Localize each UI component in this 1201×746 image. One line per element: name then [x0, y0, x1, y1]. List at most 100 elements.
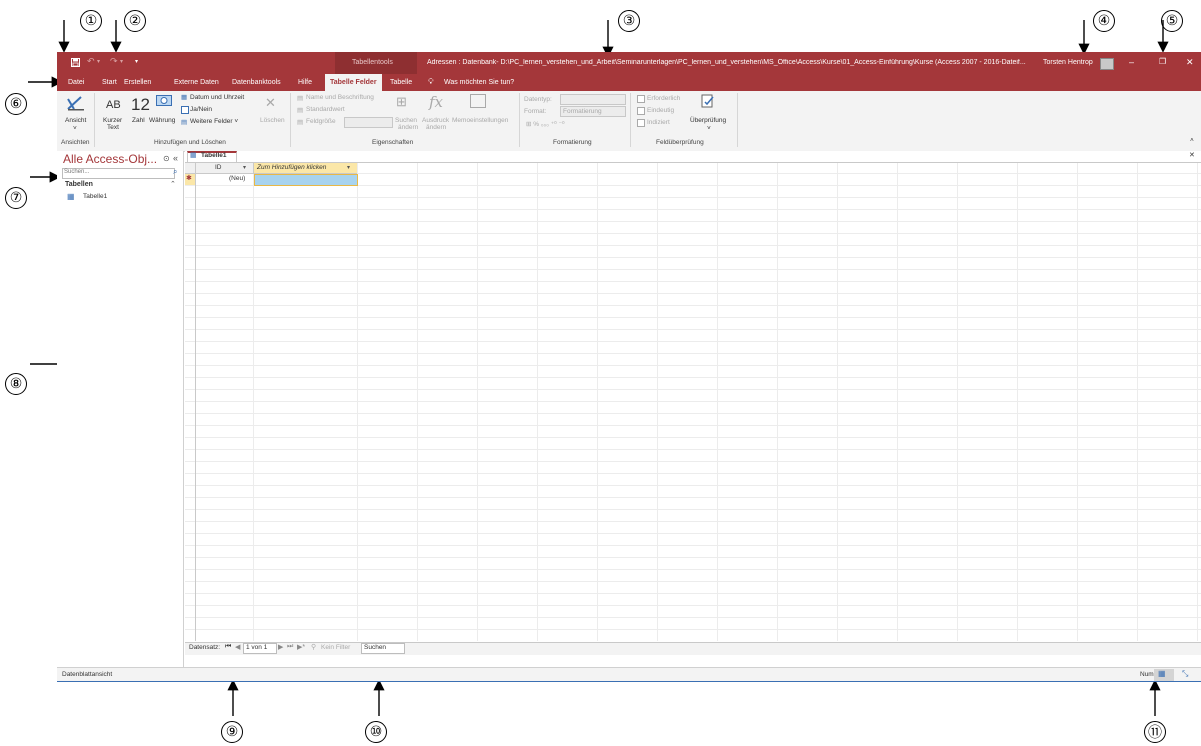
memo-settings-label[interactable]: Memoeinstellungen	[452, 117, 508, 124]
navpane-title[interactable]: Alle Access-Obj...	[63, 152, 157, 166]
navpane-section-tables[interactable]: Tabellen	[65, 181, 93, 188]
record-position[interactable]: 1 von 1	[246, 644, 267, 651]
doc-tab-label[interactable]: Tabelle1	[201, 152, 227, 159]
select-all-corner[interactable]	[185, 163, 196, 174]
view-icon[interactable]	[67, 95, 85, 111]
format-select-value: Formatierung	[563, 108, 602, 115]
window-bottom-border	[57, 681, 1201, 682]
grid-row-line	[185, 281, 1201, 282]
close-button[interactable]: ✕	[1186, 57, 1194, 68]
tab-hilfe[interactable]: Hilfe	[295, 74, 315, 91]
column-add-dropdown-icon[interactable]: ▾	[347, 164, 350, 171]
tell-me-search[interactable]: Was möchten Sie tun?	[441, 74, 517, 91]
more-fields-icon: ▤	[181, 119, 188, 126]
new-record-icon: ✱	[186, 175, 192, 182]
grid-row-line	[185, 293, 1201, 294]
group-separator	[519, 93, 520, 147]
navpane-collapse-icon[interactable]: «	[173, 153, 178, 163]
user-name[interactable]: Torsten Hentrop	[1043, 59, 1093, 66]
currency-button-label[interactable]: Währung	[149, 117, 175, 124]
short-text-label-1[interactable]: Kurzer	[103, 117, 122, 124]
date-time-button[interactable]: Datum und Uhrzeit	[190, 94, 244, 101]
validation-button-label[interactable]: Überprüfung	[690, 117, 726, 124]
status-num-lock: Num	[1140, 671, 1154, 678]
section-collapse-icon[interactable]: ⌃	[170, 180, 176, 188]
design-view-icon[interactable]: ⤡	[1182, 669, 1188, 679]
modify-lookups-label-2[interactable]: ändern	[398, 124, 418, 131]
undo-dropdown-icon[interactable]: ▾	[97, 58, 100, 65]
tab-datenbanktools[interactable]: Datenbanktools	[229, 74, 284, 91]
modify-expression-label-1[interactable]: Ausdruck	[422, 117, 449, 124]
tab-externe-daten[interactable]: Externe Daten	[171, 74, 222, 91]
yes-no-button[interactable]: Ja/Nein	[190, 106, 212, 113]
new-row-selected-cell[interactable]	[254, 174, 358, 186]
redo-icon[interactable]: ↷	[110, 56, 118, 67]
prev-record-icon[interactable]: ◀	[235, 643, 240, 651]
filter-status[interactable]: Kein Filter	[321, 644, 350, 651]
more-fields-button[interactable]: Weitere Felder ˅	[190, 118, 238, 125]
tab-tabelle[interactable]: Tabelle	[387, 74, 415, 91]
undo-icon[interactable]: ↶	[87, 56, 95, 67]
grid-col-line	[717, 163, 718, 641]
validation-dropdown-icon[interactable]: ˅	[707, 125, 711, 132]
tab-datei[interactable]: Datei	[65, 74, 87, 91]
title-bar: ↶ ▾ ↷ ▾ ▾ Tabellentools Adressen : Daten…	[57, 52, 1201, 74]
minimize-button[interactable]: –	[1129, 57, 1134, 67]
grid-col-line	[597, 163, 598, 641]
grid-row-line	[185, 317, 1201, 318]
grid-row-line	[185, 245, 1201, 246]
grid-row-line	[185, 269, 1201, 270]
default-value-button[interactable]: Standardwert	[306, 106, 345, 113]
required-checkbox[interactable]	[637, 95, 645, 103]
view-button-label[interactable]: Ansicht	[65, 117, 86, 124]
next-record-icon[interactable]: ▶	[278, 643, 283, 651]
group-label-formatierung: Formatierung	[553, 139, 592, 146]
collapse-ribbon-icon[interactable]: ˄	[1190, 137, 1194, 144]
ribbon-display-options-icon[interactable]	[1100, 58, 1114, 70]
grid-row-line	[185, 257, 1201, 258]
doc-close-icon[interactable]: ✕	[1189, 151, 1195, 159]
redo-dropdown-icon[interactable]: ▾	[120, 58, 123, 65]
column-sort-icon[interactable]: ▾	[243, 164, 246, 171]
view-dropdown-icon[interactable]: ˅	[73, 125, 77, 132]
name-caption-icon: ▤	[297, 95, 304, 102]
search-icon[interactable]: ⌕	[173, 167, 177, 177]
restore-button[interactable]: ❐	[1159, 57, 1166, 66]
field-size-input[interactable]	[344, 117, 393, 128]
grid-row-line	[185, 461, 1201, 462]
tab-erstellen[interactable]: Erstellen	[121, 74, 154, 91]
grid-col-line	[897, 163, 898, 641]
modify-lookups-label-1[interactable]: Suchen	[395, 117, 417, 124]
field-size-icon: ▤	[297, 119, 304, 126]
record-search-input[interactable]: Suchen	[364, 644, 386, 651]
indexed-checkbox[interactable]	[637, 119, 645, 127]
qat-customize-icon[interactable]: ▾	[135, 58, 138, 65]
grid-row-line	[185, 353, 1201, 354]
new-row-id-cell[interactable]: (Neu)	[229, 175, 245, 182]
navpane-item-tabelle1[interactable]: Tabelle1	[83, 193, 107, 200]
datasheet-grid[interactable]: ID ▾ Zum Hinzufügen klicken ▾ ✱ (Neu)	[185, 163, 1201, 641]
tab-tabelle-felder[interactable]: Tabelle Felder	[325, 74, 382, 91]
yes-no-icon	[181, 106, 189, 114]
tab-start[interactable]: Start	[99, 74, 120, 91]
delete-button-label[interactable]: Löschen	[260, 117, 285, 124]
first-record-icon[interactable]: ⏮	[225, 643, 231, 651]
name-caption-button[interactable]: Name und Beschriftung	[306, 94, 374, 101]
grid-col-line	[1017, 163, 1018, 641]
grid-row-line	[185, 425, 1201, 426]
modify-expression-label-2[interactable]: ändern	[426, 124, 446, 131]
expression-icon: fx	[429, 93, 444, 111]
number-button-label[interactable]: Zahl	[132, 117, 145, 124]
grid-row-line	[185, 545, 1201, 546]
format-label: Format:	[524, 108, 547, 115]
navpane-menu-icon[interactable]: ⊙	[163, 154, 170, 163]
short-text-label-2[interactable]: Text	[107, 124, 119, 131]
save-icon[interactable]	[71, 58, 80, 67]
last-record-icon[interactable]: ⏭	[287, 643, 293, 651]
navpane-search-input[interactable]: Suchen...	[64, 169, 89, 175]
new-record-nav-icon[interactable]: ▶*	[297, 643, 305, 651]
unique-checkbox[interactable]	[637, 107, 645, 115]
data-type-select[interactable]	[560, 94, 626, 105]
number-format-icons[interactable]: ⊞ % ₀₀₀ ⁺⁰ ⁻⁰	[526, 120, 565, 128]
indexed-label: Indiziert	[647, 119, 670, 126]
